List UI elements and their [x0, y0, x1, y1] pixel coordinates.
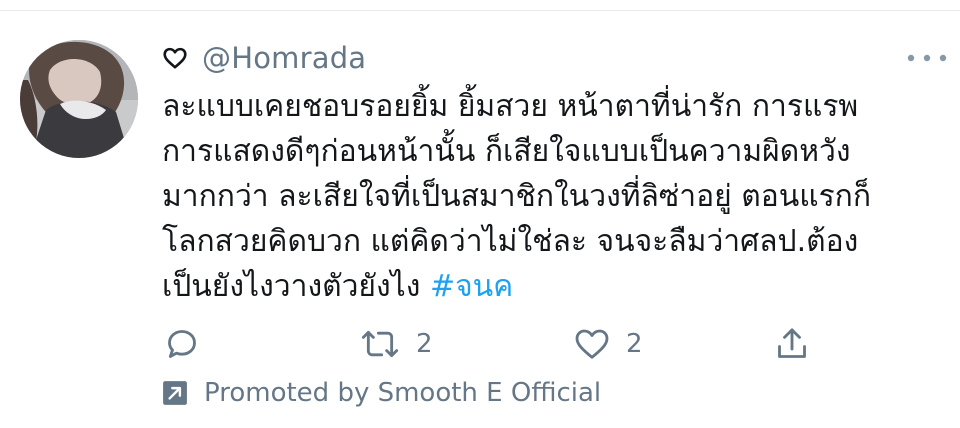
tweet-line: มากกว่า ละเสียใจที่เป็นสมาชิกในวงที่ลิซ่…	[162, 179, 872, 214]
tweet-header: @Homrada	[162, 40, 366, 76]
tweet-line: โลกสวยคิดบวก แต่คิดว่าไม่ใช่ละ จนจะลืมว่…	[162, 224, 859, 259]
like-count: 2	[626, 329, 643, 359]
share-button[interactable]	[772, 322, 812, 366]
tweet-line-last: เป็นยังไงวางตัวยังไง #จนค	[162, 264, 942, 309]
avatar[interactable]	[20, 40, 138, 158]
heart-icon	[575, 329, 609, 359]
tweet-line: ละแบบเคยชอบรอยยิ้ม ยิ้มสวย หน้าตาที่น่าร…	[162, 89, 859, 124]
more-horizontal-icon[interactable]	[905, 52, 949, 64]
retweet-icon	[361, 330, 399, 358]
hashtag-link[interactable]: #จนค	[430, 269, 513, 304]
retweet-button[interactable]: 2	[358, 322, 433, 366]
promoted-text: Promoted by Smooth E Official	[204, 378, 602, 408]
tweet-line-text: เป็นยังไงวางตัวยังไง	[162, 269, 421, 304]
tweet-line: การแสดงดีๆก่อนหน้านั้น ก็เสียใจแบบเป็นคว…	[162, 134, 851, 169]
reply-icon	[168, 330, 196, 358]
retweet-count: 2	[416, 329, 433, 359]
user-handle[interactable]: @Homrada	[202, 41, 366, 75]
top-divider	[0, 10, 960, 11]
reply-button[interactable]	[162, 322, 202, 366]
heart-outline-icon	[163, 47, 187, 69]
share-icon	[778, 328, 806, 358]
promoted-label[interactable]: Promoted by Smooth E Official	[162, 376, 601, 410]
tweet-text: ละแบบเคยชอบรอยยิ้ม ยิ้มสวย หน้าตาที่น่าร…	[162, 84, 942, 309]
tweet-actions: 2 2	[162, 322, 822, 366]
like-button[interactable]: 2	[572, 322, 643, 366]
avatar-image	[20, 40, 138, 158]
promoted-arrow-icon	[163, 381, 187, 405]
